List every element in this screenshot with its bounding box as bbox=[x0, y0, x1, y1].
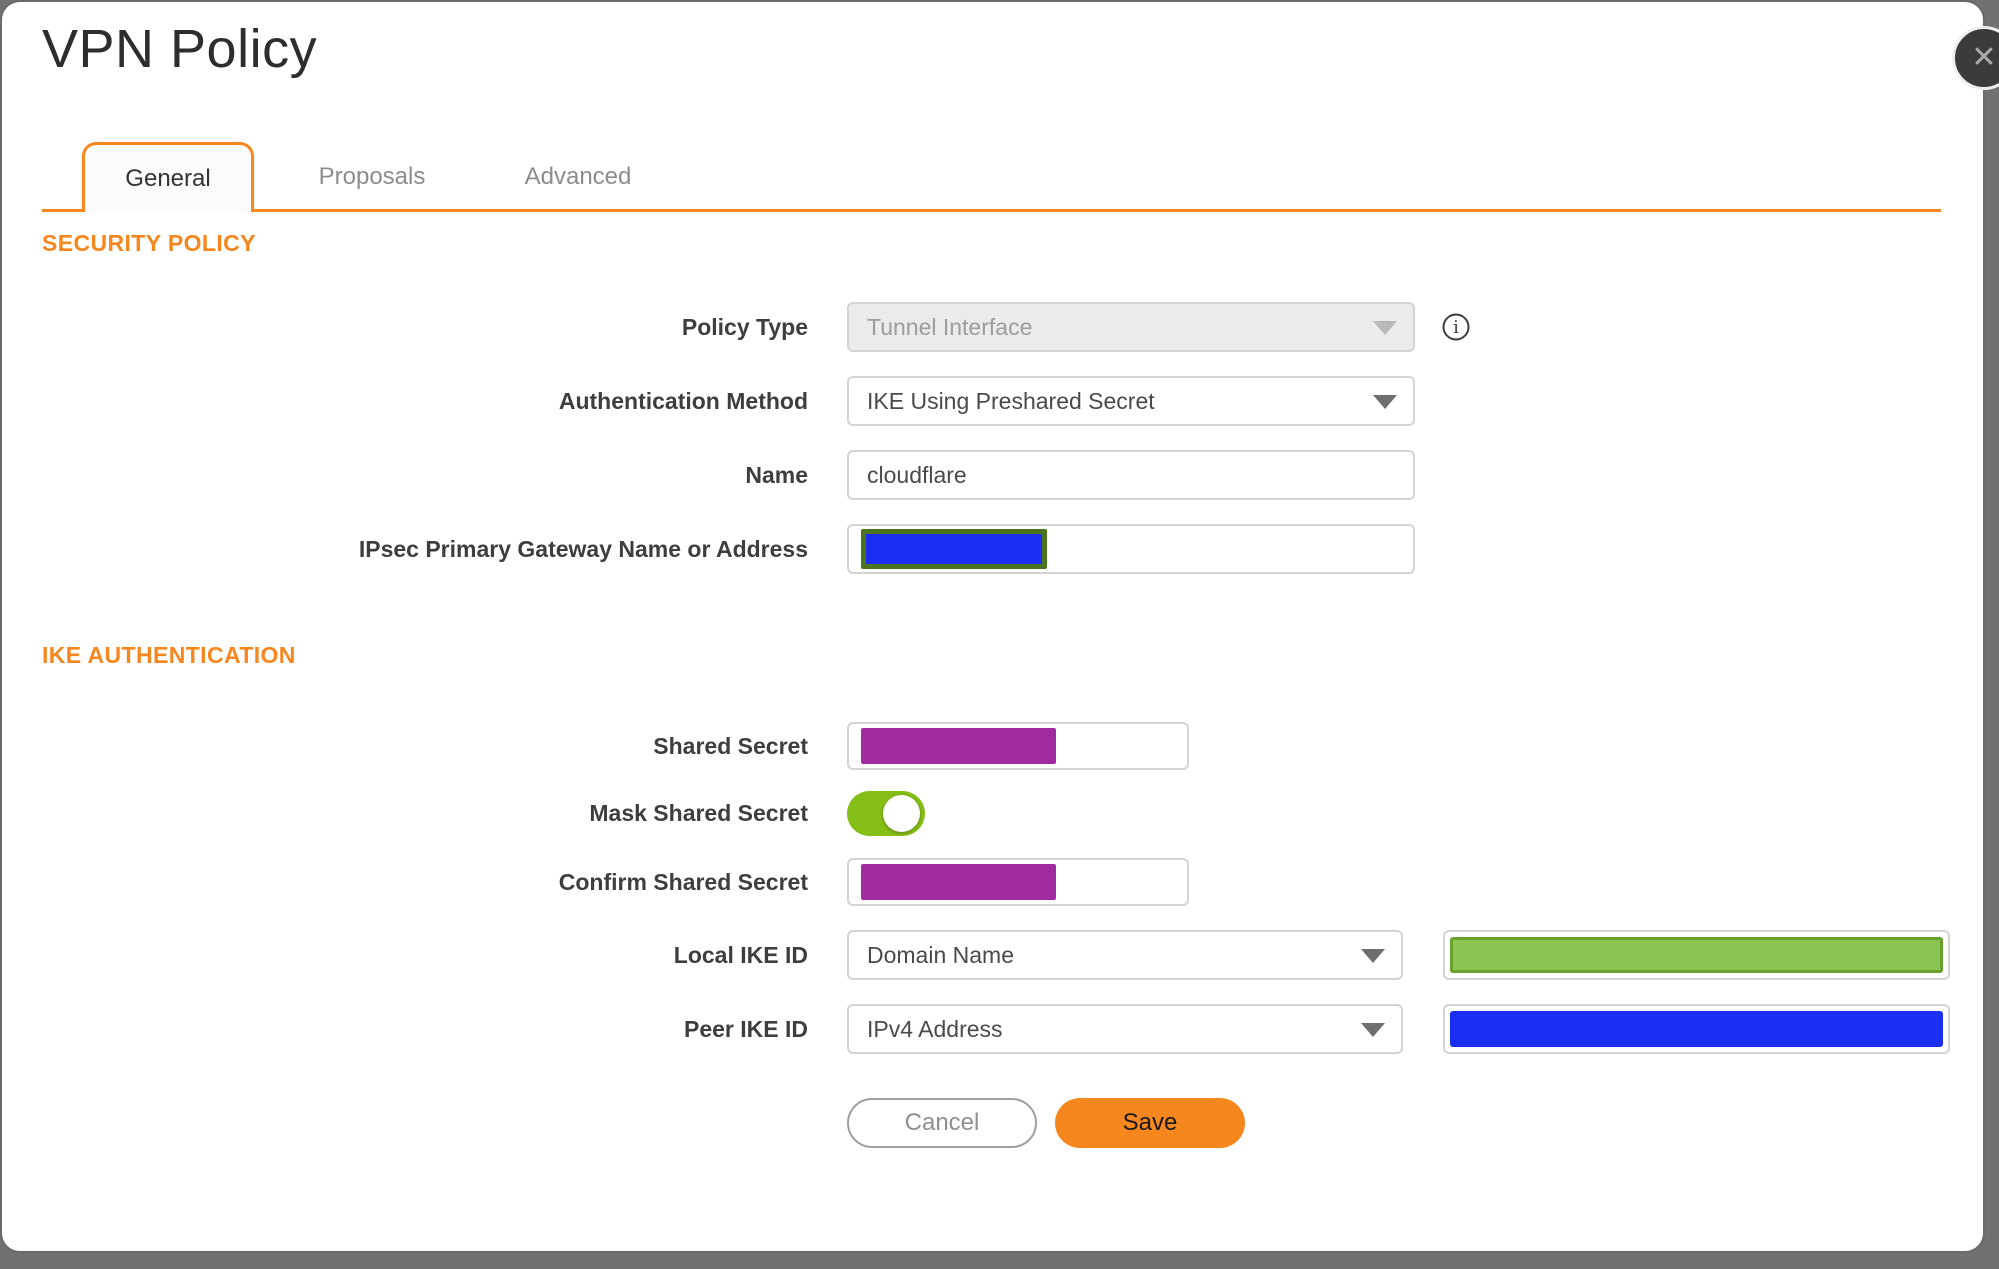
dropdown-caret-icon bbox=[1373, 395, 1397, 409]
ipsec-gateway-row: IPsec Primary Gateway Name or Address bbox=[2, 524, 1415, 574]
name-input[interactable]: cloudflare bbox=[847, 450, 1415, 500]
name-value: cloudflare bbox=[867, 461, 967, 488]
name-label: Name bbox=[745, 461, 808, 488]
dropdown-caret-icon bbox=[1361, 1023, 1385, 1037]
shared-secret-row: Shared Secret bbox=[2, 722, 1189, 770]
dropdown-caret-icon bbox=[1373, 321, 1397, 335]
confirm-shared-secret-label: Confirm Shared Secret bbox=[558, 868, 808, 895]
cancel-button[interactable]: Cancel bbox=[847, 1098, 1037, 1148]
tab-general[interactable]: General bbox=[82, 142, 254, 212]
vpn-policy-dialog: VPN Policy General Proposals Advanced SE… bbox=[0, 0, 1985, 1253]
redacted-peer-ike-id-value bbox=[1450, 1011, 1943, 1047]
dialog-actions: Cancel Save bbox=[847, 1098, 1245, 1148]
svg-text:i: i bbox=[1453, 317, 1459, 338]
redacted-shared-secret-value bbox=[861, 728, 1056, 764]
local-ike-id-row: Local IKE ID Domain Name bbox=[2, 930, 1950, 980]
authentication-method-label: Authentication Method bbox=[558, 387, 808, 414]
shared-secret-input[interactable] bbox=[847, 722, 1189, 770]
peer-ike-id-label: Peer IKE ID bbox=[684, 1015, 808, 1042]
mask-shared-secret-row: Mask Shared Secret bbox=[2, 791, 925, 836]
peer-ike-id-row: Peer IKE ID IPv4 Address bbox=[2, 1004, 1950, 1054]
policy-type-select: Tunnel Interface bbox=[847, 302, 1415, 352]
redacted-local-ike-id-value bbox=[1450, 937, 1943, 973]
info-icon[interactable]: i bbox=[1441, 312, 1471, 342]
authentication-method-value: IKE Using Preshared Secret bbox=[867, 387, 1155, 414]
tab-advanced[interactable]: Advanced bbox=[488, 142, 668, 212]
local-ike-id-type-value: Domain Name bbox=[867, 941, 1014, 968]
peer-ike-id-type-value: IPv4 Address bbox=[867, 1015, 1003, 1042]
authentication-method-select[interactable]: IKE Using Preshared Secret bbox=[847, 376, 1415, 426]
confirm-shared-secret-input[interactable] bbox=[847, 858, 1189, 906]
dropdown-caret-icon bbox=[1361, 949, 1385, 963]
peer-ike-id-select[interactable]: IPv4 Address bbox=[847, 1004, 1403, 1054]
toggle-knob bbox=[883, 795, 920, 832]
policy-type-value: Tunnel Interface bbox=[867, 313, 1033, 340]
local-ike-id-select[interactable]: Domain Name bbox=[847, 930, 1403, 980]
screen-background: VPN Policy General Proposals Advanced SE… bbox=[0, 0, 1999, 1269]
mask-shared-secret-label: Mask Shared Secret bbox=[589, 800, 808, 826]
mask-shared-secret-toggle[interactable] bbox=[847, 791, 925, 836]
redacted-confirm-secret-value bbox=[861, 864, 1056, 900]
ipsec-gateway-input[interactable] bbox=[847, 524, 1415, 574]
dialog-title: VPN Policy bbox=[42, 19, 318, 79]
confirm-shared-secret-row: Confirm Shared Secret bbox=[2, 858, 1189, 906]
save-button[interactable]: Save bbox=[1055, 1098, 1245, 1148]
section-ike-authentication: IKE AUTHENTICATION bbox=[42, 642, 296, 668]
policy-type-label: Policy Type bbox=[681, 313, 808, 340]
peer-ike-id-value-input[interactable] bbox=[1443, 1004, 1950, 1054]
authentication-method-row: Authentication Method IKE Using Preshare… bbox=[2, 376, 1415, 426]
tab-proposals[interactable]: Proposals bbox=[282, 142, 462, 212]
ipsec-gateway-label: IPsec Primary Gateway Name or Address bbox=[358, 535, 808, 562]
redacted-gateway-value bbox=[861, 529, 1047, 569]
shared-secret-label: Shared Secret bbox=[653, 732, 808, 759]
close-icon: ✕ bbox=[1971, 41, 1997, 74]
name-row: Name cloudflare bbox=[2, 450, 1415, 500]
tab-bar: General Proposals Advanced bbox=[2, 142, 1987, 212]
section-security-policy: SECURITY POLICY bbox=[42, 230, 256, 256]
local-ike-id-value-input[interactable] bbox=[1443, 930, 1950, 980]
local-ike-id-label: Local IKE ID bbox=[673, 941, 808, 968]
policy-type-row: Policy Type Tunnel Interface i bbox=[2, 302, 1471, 352]
